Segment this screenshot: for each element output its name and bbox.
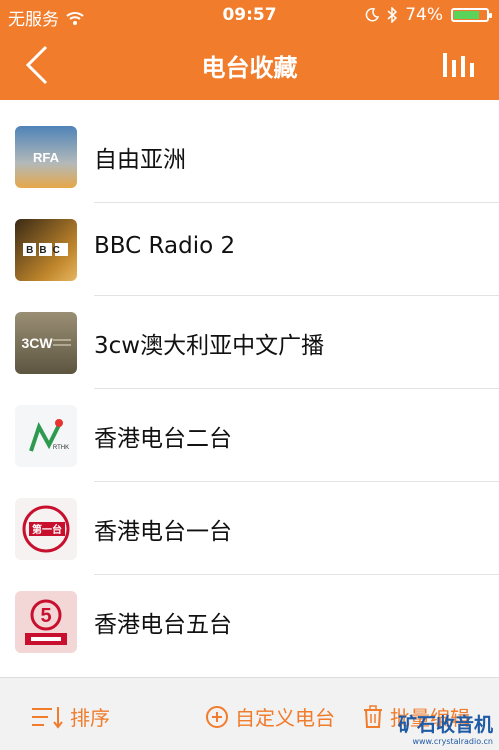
station-name: 3cw澳大利亚中文广播 xyxy=(94,333,325,359)
station-row[interactable]: RFA 自由亚洲 xyxy=(0,110,499,203)
svg-text:RFA: RFA xyxy=(33,150,60,165)
battery-icon xyxy=(451,8,492,22)
custom-station-button[interactable]: 自定义电台 xyxy=(205,702,335,731)
svg-text:RTHK: RTHK xyxy=(53,445,69,451)
sort-icon xyxy=(32,706,63,729)
station-logo-rthk1: 第一台 xyxy=(15,498,77,560)
sort-label: 排序 xyxy=(70,706,110,730)
station-name: 自由亚洲 xyxy=(94,147,186,173)
navigation-bar: 电台收藏 xyxy=(0,30,499,100)
station-row[interactable]: 5 香港电台五台 xyxy=(0,575,499,668)
page-title: 电台收藏 xyxy=(201,54,298,82)
trash-icon xyxy=(364,704,382,728)
station-name: 香港电台五台 xyxy=(94,612,232,638)
add-circle-icon xyxy=(206,705,228,728)
svg-text:5: 5 xyxy=(40,605,51,627)
station-name: BBC Radio 2 xyxy=(94,233,236,259)
station-logo-rthk5: 5 xyxy=(15,591,77,653)
station-row[interactable]: 第一台 香港电台一台 xyxy=(0,482,499,575)
station-logo-3cw: 3CW xyxy=(15,312,77,374)
sort-button[interactable]: 排序 xyxy=(30,702,110,731)
station-logo-rfa: RFA xyxy=(15,126,77,188)
watermark-url: www.crystalradio.cn xyxy=(412,737,493,746)
svg-text:3CW: 3CW xyxy=(21,335,53,351)
station-row[interactable]: 3CW 3cw澳大利亚中文广播 xyxy=(0,296,499,389)
station-name: 香港电台二台 xyxy=(94,426,232,452)
station-name: 香港电台一台 xyxy=(94,519,232,545)
station-list: RFA 自由亚洲 BBC BBC Radio 2 3CW 3cw澳大利亚中文广播… xyxy=(0,110,499,668)
battery-percent: 74% xyxy=(405,5,443,25)
station-row[interactable]: RTHK 香港电台二台 xyxy=(0,389,499,482)
watermark-title: 矿石收音机 xyxy=(397,714,493,736)
top-bar: 无服务 09:57 74% 电台收藏 xyxy=(0,0,499,100)
watermark: 矿石收音机 www.crystalradio.cn xyxy=(398,710,493,746)
bluetooth-icon xyxy=(387,7,398,23)
station-logo-bbc: BBC xyxy=(15,219,77,281)
svg-text:BBC: BBC xyxy=(26,245,66,256)
station-row[interactable]: BBC BBC Radio 2 xyxy=(0,203,499,296)
station-logo-rthk2: RTHK xyxy=(15,405,77,467)
svg-text:第一台: 第一台 xyxy=(32,523,62,536)
custom-station-label: 自定义电台 xyxy=(235,706,335,730)
equalizer-icon[interactable] xyxy=(441,50,477,80)
bottom-toolbar: 排序 自定义电台 批量编辑 矿石收音机 www.crystalradio.cn xyxy=(0,677,499,750)
moon-icon xyxy=(365,8,380,22)
status-bar: 无服务 09:57 74% xyxy=(0,0,499,30)
